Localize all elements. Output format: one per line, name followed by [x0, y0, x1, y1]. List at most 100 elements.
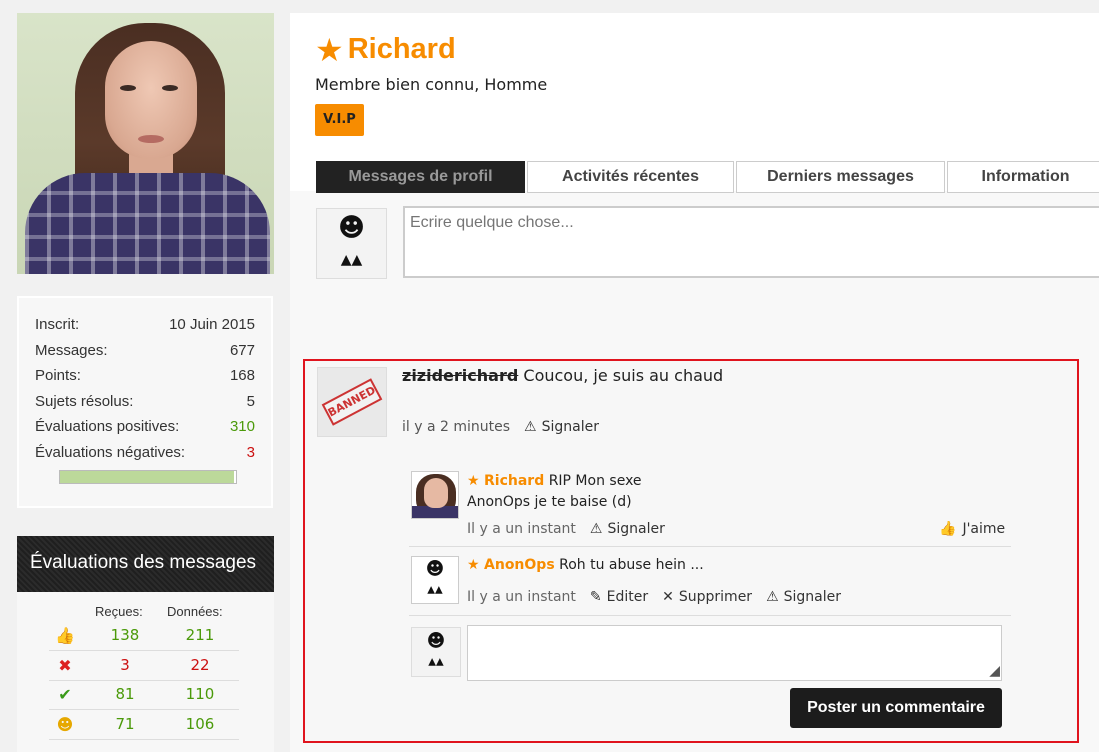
edit-link[interactable]: Editer	[607, 589, 648, 605]
ratings-title: Évaluations des messages	[17, 536, 274, 592]
rating-received: 3	[120, 656, 130, 674]
comment-line: ★ AnonOps Roh tu abuse hein ...	[467, 557, 704, 573]
message-text: Coucou, je suis au chaud	[523, 366, 724, 385]
warning-icon: ⚠	[589, 521, 603, 537]
message-meta: il y a 2 minutes ⚠ Signaler	[402, 419, 599, 435]
report-link[interactable]: Signaler	[542, 419, 599, 435]
stat-value: 310	[229, 418, 255, 435]
stat-label: Sujets résolus:	[35, 393, 134, 410]
comment-time[interactable]: Il y a un instant	[467, 521, 576, 537]
comment-text: Roh tu abuse hein ...	[559, 557, 704, 573]
like-button[interactable]: 👍 J'aime	[939, 521, 1005, 537]
vip-badge: V.I.P	[315, 104, 364, 136]
tab-derniers-messages[interactable]: Derniers messages	[736, 161, 945, 193]
comment-item: ☻ ▲▲ ★ AnonOps Roh tu abuse hein ... Il y…	[409, 550, 1011, 616]
reply-input[interactable]	[467, 625, 1002, 681]
comment-text: RIP Mon sexe	[548, 473, 642, 489]
star-icon: ★	[467, 473, 480, 489]
stat-value: 168	[229, 367, 255, 384]
stat-label: Évaluations positives:	[35, 418, 180, 435]
comment-author[interactable]: AnonOps	[484, 557, 555, 573]
rating-row: ✖ 3 22	[49, 652, 239, 681]
tab-messages-de-profil[interactable]: Messages de profil	[316, 161, 525, 193]
rating-given: 211	[185, 626, 215, 644]
stat-label: Messages:	[35, 342, 108, 359]
message-content: ziziderichard Coucou, je suis au chaud	[402, 366, 723, 385]
comment-avatar	[411, 471, 459, 519]
report-link[interactable]: Signaler	[784, 589, 841, 605]
star-icon: ★	[315, 30, 344, 69]
profile-name[interactable]: Richard	[348, 33, 456, 66]
comment-time[interactable]: Il y a un instant	[467, 589, 576, 605]
profile-header: ★ Richard Membre bien connu, Homme V.I.P…	[290, 13, 1099, 193]
comment-meta: Il y a un instant ⚠ Signaler	[467, 521, 665, 537]
reply-avatar: ☻ ▲▲	[411, 627, 461, 677]
stat-label: Inscrit:	[35, 316, 80, 333]
banned-avatar: BANNED	[317, 367, 387, 437]
rating-given: 22	[190, 656, 210, 674]
cross-icon: ✖	[58, 656, 72, 675]
message-author[interactable]: ziziderichard	[402, 366, 518, 385]
rating-received: 138	[110, 626, 140, 644]
stat-row: Évaluations positives: 310	[35, 418, 255, 440]
stat-row: Sujets résolus: 5	[35, 393, 255, 415]
profile-subtitle: Membre bien connu, Homme	[315, 75, 548, 94]
compose-area: ☻ ▲▲	[315, 206, 1099, 348]
avatar-face	[424, 478, 448, 508]
avatar-shirt	[25, 173, 270, 274]
message-time[interactable]: il y a 2 minutes	[402, 419, 510, 435]
stat-row: Messages: 677	[35, 342, 255, 364]
stat-value: 10 Juin 2015	[169, 316, 255, 333]
ratings-col-received: Reçues:	[95, 604, 143, 619]
profile-post-input[interactable]	[403, 206, 1099, 278]
rating-row: ✔ 81 110	[49, 681, 239, 710]
checkmark-icon: ✔	[58, 685, 72, 704]
delete-link[interactable]: Supprimer	[679, 589, 752, 605]
stat-row: Inscrit: 10 Juin 2015	[35, 316, 255, 338]
anonymous-mask-icon: ☻ ▲▲	[337, 212, 366, 268]
tab-activites-recentes[interactable]: Activités récentes	[527, 161, 734, 193]
stat-value: 677	[229, 342, 255, 359]
smiley-icon: ☻	[56, 715, 74, 734]
thumbs-up-icon: 👍	[939, 521, 957, 537]
reply-field-wrap: ◢	[467, 625, 1002, 681]
like-label[interactable]: J'aime	[962, 521, 1005, 537]
tab-information[interactable]: Information	[947, 161, 1099, 193]
stat-row: Points: 168	[35, 367, 255, 389]
report-link[interactable]: Signaler	[607, 521, 664, 537]
comment-meta: Il y a un instant ✎ Editer ✕ Supprimer ⚠…	[467, 589, 841, 605]
warning-icon: ⚠	[766, 589, 779, 605]
comment-text: AnonOps je te baise (d)	[467, 494, 632, 510]
rating-ratio-fill	[60, 471, 235, 483]
avatar-lips	[138, 135, 164, 143]
anonymous-mask-icon: ☻ ▲▲	[426, 630, 446, 668]
avatar-eye	[162, 85, 178, 91]
rating-row: ☻ 71 106	[49, 711, 239, 740]
ratings-col-given: Données:	[167, 604, 223, 619]
rating-given: 106	[185, 715, 215, 733]
star-icon: ★	[467, 557, 480, 573]
profile-avatar	[17, 13, 274, 274]
comment-avatar: ☻ ▲▲	[411, 556, 459, 604]
banned-stamp: BANNED	[321, 378, 383, 426]
rating-ratio-bar	[59, 470, 237, 484]
resize-handle-icon[interactable]: ◢	[989, 663, 1000, 679]
rating-received: 81	[115, 685, 135, 703]
ratings-box: Évaluations des messages Reçues: Données…	[17, 536, 274, 752]
rating-given: 110	[185, 685, 215, 703]
anonymous-mask-icon: ☻ ▲▲	[425, 558, 445, 596]
comment-author[interactable]: Richard	[484, 473, 544, 489]
close-icon: ✕	[662, 589, 674, 605]
stat-label: Points:	[35, 367, 81, 384]
rating-row: 👍 138 211	[49, 622, 239, 651]
profile-title: ★ Richard	[315, 33, 456, 66]
profile-message: BANNED ziziderichard Coucou, je suis au …	[303, 359, 1079, 743]
stat-value: 3	[246, 444, 255, 461]
pencil-icon: ✎	[589, 589, 602, 605]
stats-box: Inscrit: 10 Juin 2015 Messages: 677 Poin…	[17, 296, 273, 508]
stat-row: Évaluations négatives: 3	[35, 444, 255, 466]
profile-tabs: Messages de profil Activités récentes De…	[316, 161, 1099, 193]
rating-received: 71	[115, 715, 135, 733]
post-comment-button[interactable]: Poster un commentaire	[790, 688, 1002, 728]
avatar-eye	[120, 85, 136, 91]
